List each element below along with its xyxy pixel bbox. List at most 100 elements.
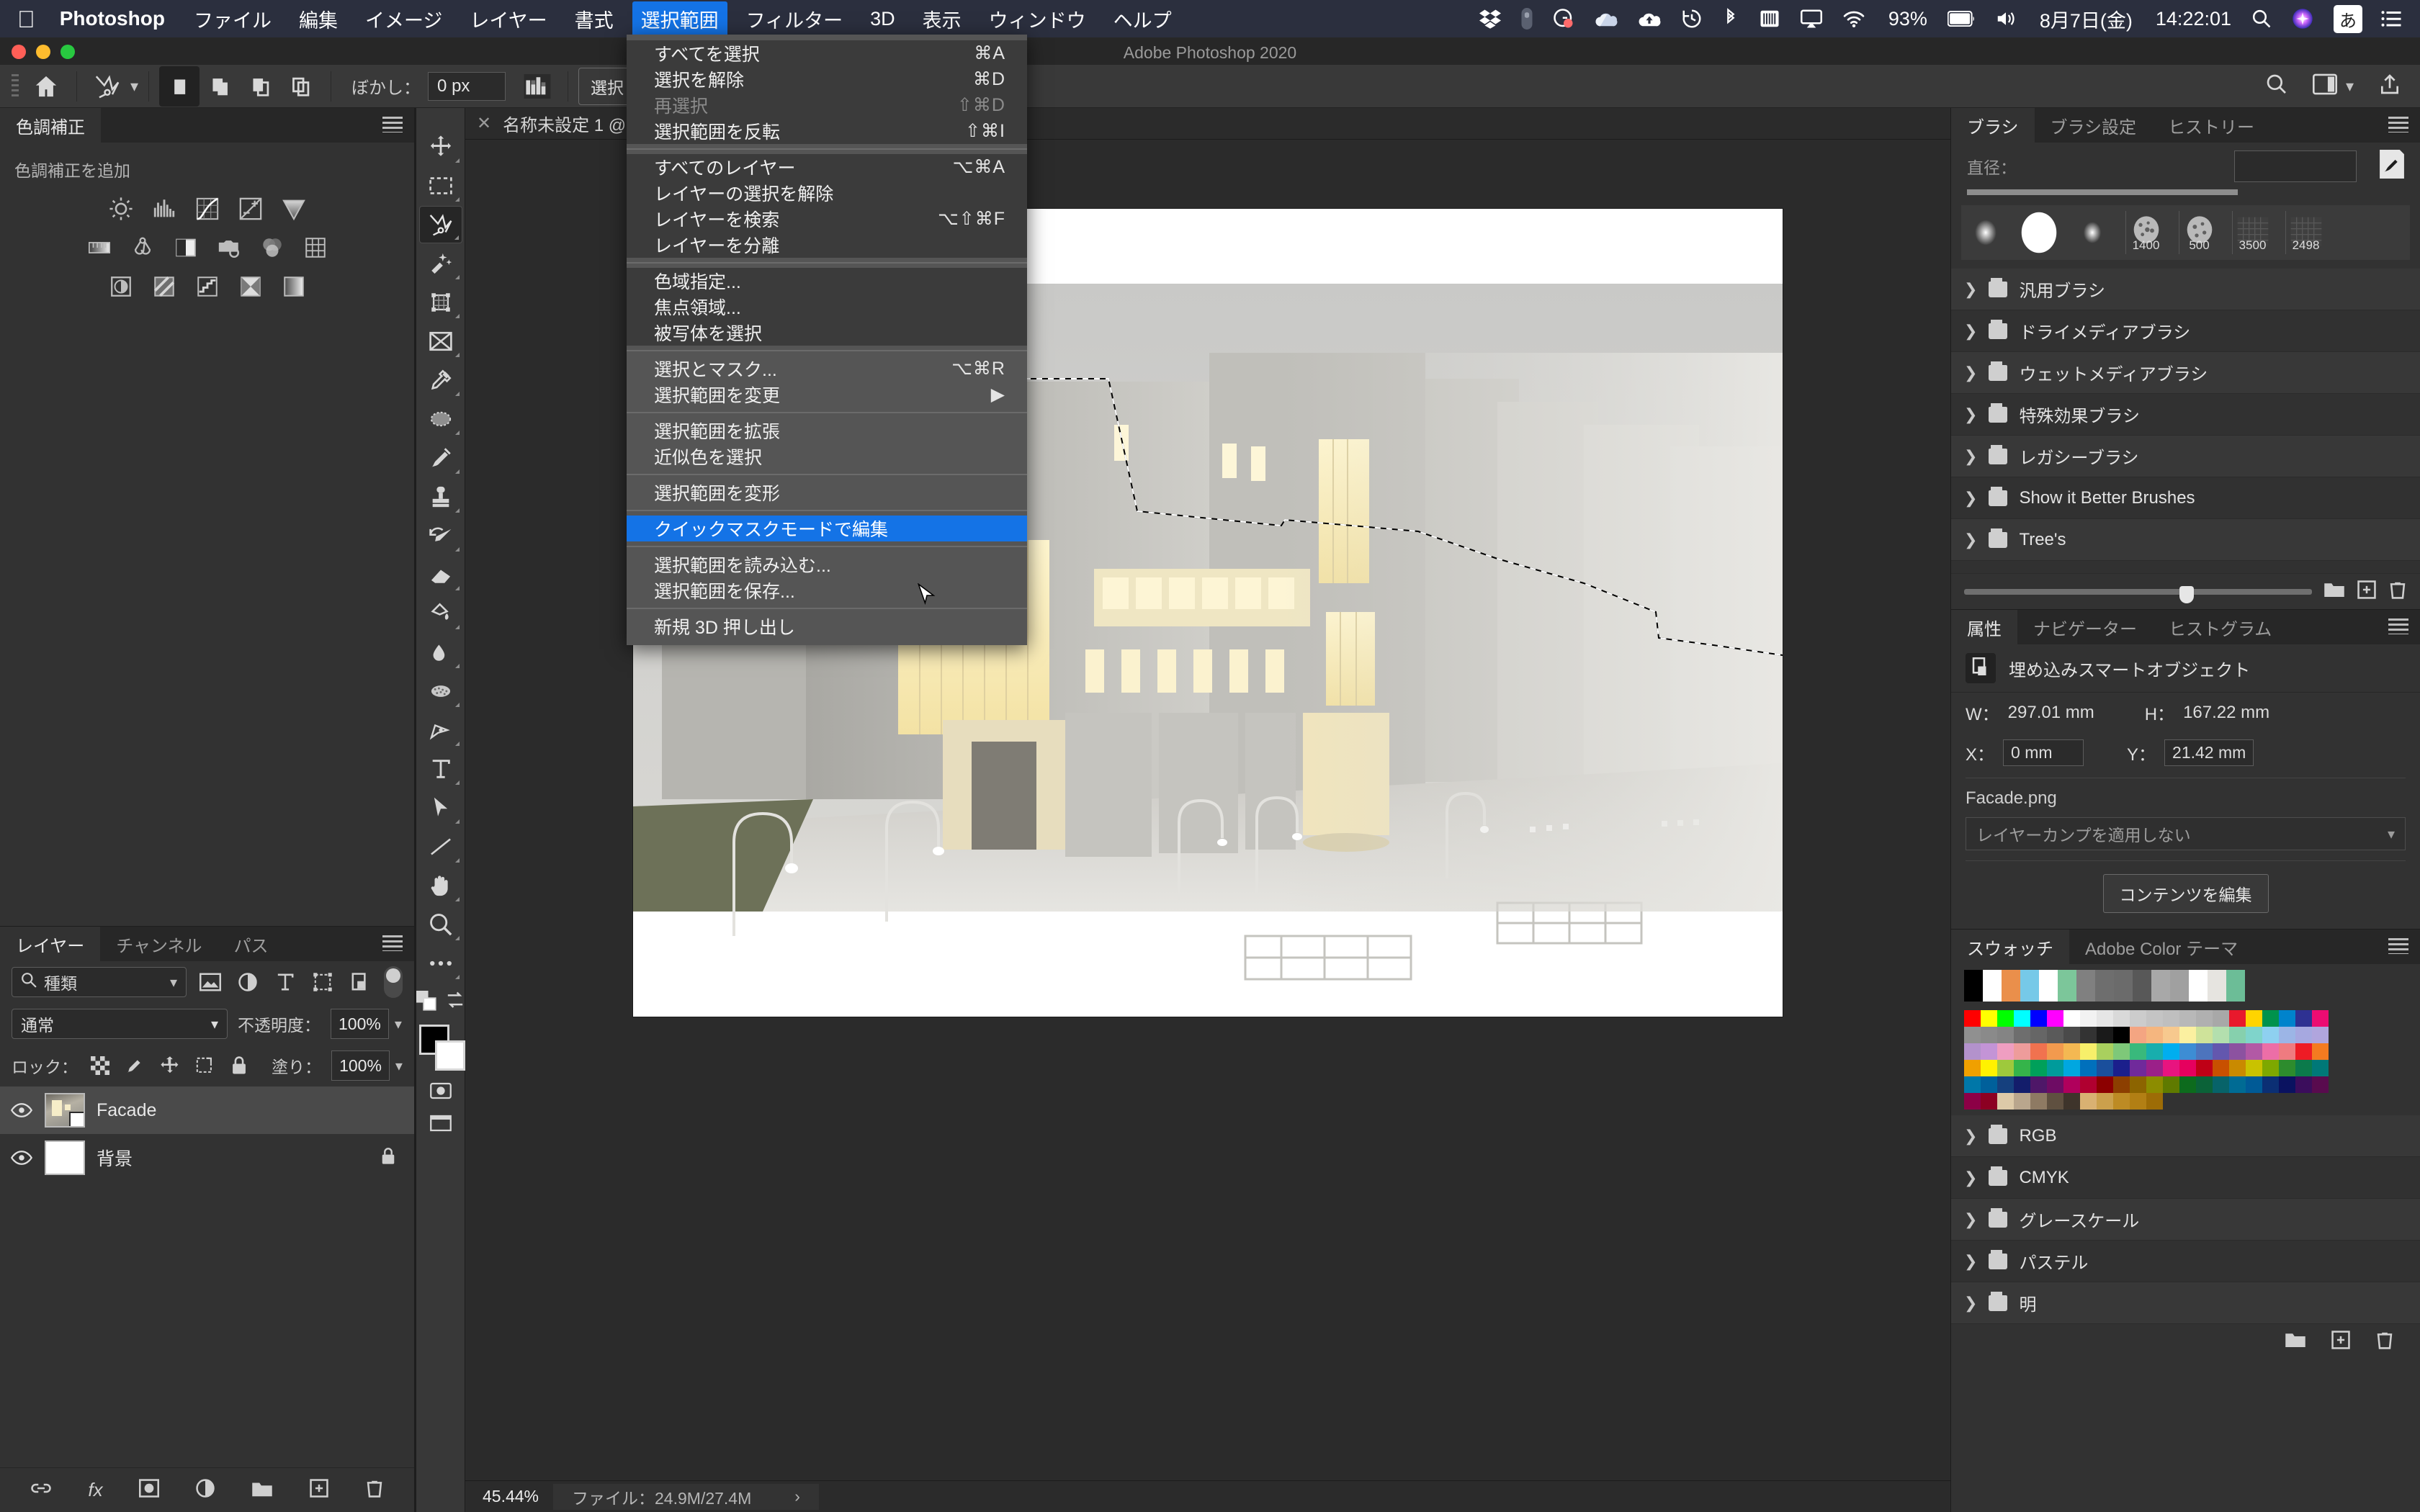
- color-swatch[interactable]: [2047, 1060, 2063, 1076]
- layer-visibility-icon[interactable]: [10, 1099, 33, 1122]
- layer-row-facade[interactable]: Facade: [0, 1086, 414, 1134]
- lock-all-icon[interactable]: [227, 1052, 251, 1079]
- swap-colors-icon[interactable]: [445, 991, 465, 1014]
- curves-icon[interactable]: [193, 194, 222, 223]
- color-swatch[interactable]: [2262, 1010, 2279, 1027]
- color-swatch[interactable]: [2295, 1060, 2312, 1076]
- layer-name[interactable]: 背景: [97, 1145, 133, 1171]
- menu-item[interactable]: レイヤーの選択を解除: [627, 180, 1027, 206]
- onedrive-icon[interactable]: [1595, 9, 1618, 28]
- menu-item[interactable]: 選択を解除 ⌘D: [627, 66, 1027, 92]
- brush-editor-icon[interactable]: [2380, 150, 2404, 182]
- default-colors-icon[interactable]: [416, 991, 436, 1014]
- color-swatch[interactable]: [1981, 1060, 1997, 1076]
- brightness-contrast-icon[interactable]: [107, 194, 135, 223]
- menubar-item-view[interactable]: 表示: [923, 5, 962, 33]
- color-swatch[interactable]: [2030, 1093, 2047, 1110]
- menu-item[interactable]: 選択範囲を変形: [627, 480, 1027, 505]
- brush-preset-1400[interactable]: 1400: [2125, 211, 2166, 254]
- recent-color-swatch[interactable]: [2114, 970, 2133, 1002]
- swatch-group-row[interactable]: ❯ グレースケール: [1951, 1199, 2420, 1241]
- notification-center-icon[interactable]: [2381, 9, 2403, 28]
- color-swatch[interactable]: [2163, 1060, 2179, 1076]
- smartobject-filter-icon[interactable]: [346, 968, 374, 996]
- layer-comp-select[interactable]: レイヤーカンプを適用しない ▾: [1966, 817, 2406, 850]
- brush-group-row-partial[interactable]: [1951, 561, 2420, 574]
- color-swatch[interactable]: [2146, 1010, 2163, 1027]
- color-swatch[interactable]: [2063, 1076, 2080, 1093]
- color-swatch[interactable]: [2246, 1043, 2262, 1060]
- chevron-down-icon[interactable]: ▾: [395, 1057, 403, 1075]
- color-swatch[interactable]: [2229, 1043, 2246, 1060]
- filter-enable-toggle[interactable]: [384, 966, 403, 998]
- panel-menu-icon[interactable]: [382, 117, 403, 132]
- airplay-icon[interactable]: [1800, 9, 1822, 28]
- gradient-tool-icon[interactable]: [419, 595, 462, 632]
- channel-mixer-icon[interactable]: [258, 233, 287, 262]
- search-icon[interactable]: [2265, 73, 2288, 99]
- color-swatch[interactable]: [1964, 1027, 1981, 1043]
- swatch-group-row[interactable]: ❯ 明: [1951, 1282, 2420, 1324]
- menu-item[interactable]: 選択範囲を拡張: [627, 418, 1027, 444]
- shape-filter-icon[interactable]: [309, 968, 336, 996]
- new-group-icon[interactable]: [251, 1479, 273, 1501]
- chevron-right-icon[interactable]: ❯: [1964, 322, 1977, 341]
- menubar-item-file[interactable]: ファイル: [194, 5, 272, 33]
- crop-tool-icon[interactable]: [419, 284, 462, 321]
- recent-color-swatch[interactable]: [2058, 970, 2076, 1002]
- color-swatch[interactable]: [2080, 1076, 2097, 1093]
- brush-list-slider[interactable]: [1964, 585, 2312, 603]
- color-swatch[interactable]: [2097, 1093, 2113, 1110]
- recent-color-swatch[interactable]: [2133, 970, 2151, 1002]
- color-swatch[interactable]: [2163, 1043, 2179, 1060]
- color-swatch[interactable]: [2014, 1060, 2030, 1076]
- menu-item[interactable]: レイヤーを検索 ⌥⇧⌘F: [627, 206, 1027, 232]
- color-swatch[interactable]: [2262, 1043, 2279, 1060]
- recent-color-swatch[interactable]: [2002, 970, 2020, 1002]
- photo-filter-icon[interactable]: [215, 233, 243, 262]
- lasso-tool-icon[interactable]: [87, 66, 127, 107]
- color-swatch[interactable]: [2246, 1027, 2262, 1043]
- panel-menu-icon[interactable]: [2388, 618, 2408, 634]
- tab-brush-settings[interactable]: ブラシ設定: [2035, 108, 2153, 143]
- color-swatch[interactable]: [2295, 1076, 2312, 1093]
- color-swatch[interactable]: [2213, 1027, 2229, 1043]
- layer-mask-icon[interactable]: [138, 1479, 159, 1501]
- new-layer-icon[interactable]: [309, 1478, 329, 1502]
- layer-row-background[interactable]: 背景: [0, 1134, 414, 1182]
- edit-contents-button[interactable]: コンテンツを編集: [2102, 874, 2269, 913]
- color-swatch[interactable]: [2047, 1093, 2063, 1110]
- layer-visibility-icon[interactable]: [10, 1146, 33, 1169]
- brush-group-row[interactable]: ❯ 汎用ブラシ: [1951, 269, 2420, 310]
- quick-selection-tool-icon[interactable]: [419, 245, 462, 282]
- ime-indicator[interactable]: あ: [2334, 4, 2362, 33]
- chevron-right-icon[interactable]: ❯: [1964, 531, 1977, 549]
- chevron-down-icon[interactable]: ▾: [2346, 77, 2354, 96]
- threshold-icon[interactable]: [193, 272, 222, 301]
- chevron-right-icon[interactable]: ❯: [1964, 1127, 1977, 1146]
- chevron-right-icon[interactable]: ❯: [1964, 447, 1977, 466]
- color-swatch[interactable]: [2030, 1060, 2047, 1076]
- chevron-down-icon[interactable]: ▾: [395, 1015, 402, 1033]
- color-swatch[interactable]: [2014, 1043, 2030, 1060]
- brush-group-row[interactable]: ❯ レガシーブラシ: [1951, 436, 2420, 477]
- color-swatch[interactable]: [2130, 1076, 2146, 1093]
- color-swatch[interactable]: [2097, 1060, 2113, 1076]
- menu-item[interactable]: 選択範囲を反転 ⇧⌘I: [627, 118, 1027, 144]
- swatch-group-row[interactable]: ❯ パステル: [1951, 1241, 2420, 1282]
- color-swatch[interactable]: [2047, 1010, 2063, 1027]
- brush-preset-soft-small2[interactable]: [2072, 211, 2112, 254]
- recent-color-swatch[interactable]: [2208, 970, 2226, 1002]
- color-swatch[interactable]: [2113, 1093, 2130, 1110]
- menubar-item-edit[interactable]: 編集: [299, 5, 338, 33]
- color-swatch[interactable]: [1997, 1010, 2014, 1027]
- recent-color-swatch[interactable]: [2039, 970, 2058, 1002]
- brush-group-row[interactable]: ❯ Show it Better Brushes: [1951, 477, 2420, 519]
- chevron-down-icon[interactable]: ▾: [130, 77, 138, 96]
- levels-icon[interactable]: [150, 194, 179, 223]
- color-swatch[interactable]: [2246, 1060, 2262, 1076]
- adjustment-layer-icon[interactable]: [195, 1478, 215, 1502]
- brush-group-row[interactable]: ❯ ドライメディアブラシ: [1951, 310, 2420, 352]
- tab-histogram[interactable]: ヒストグラム: [2153, 610, 2287, 644]
- rectangular-marquee-tool-icon[interactable]: [419, 167, 462, 204]
